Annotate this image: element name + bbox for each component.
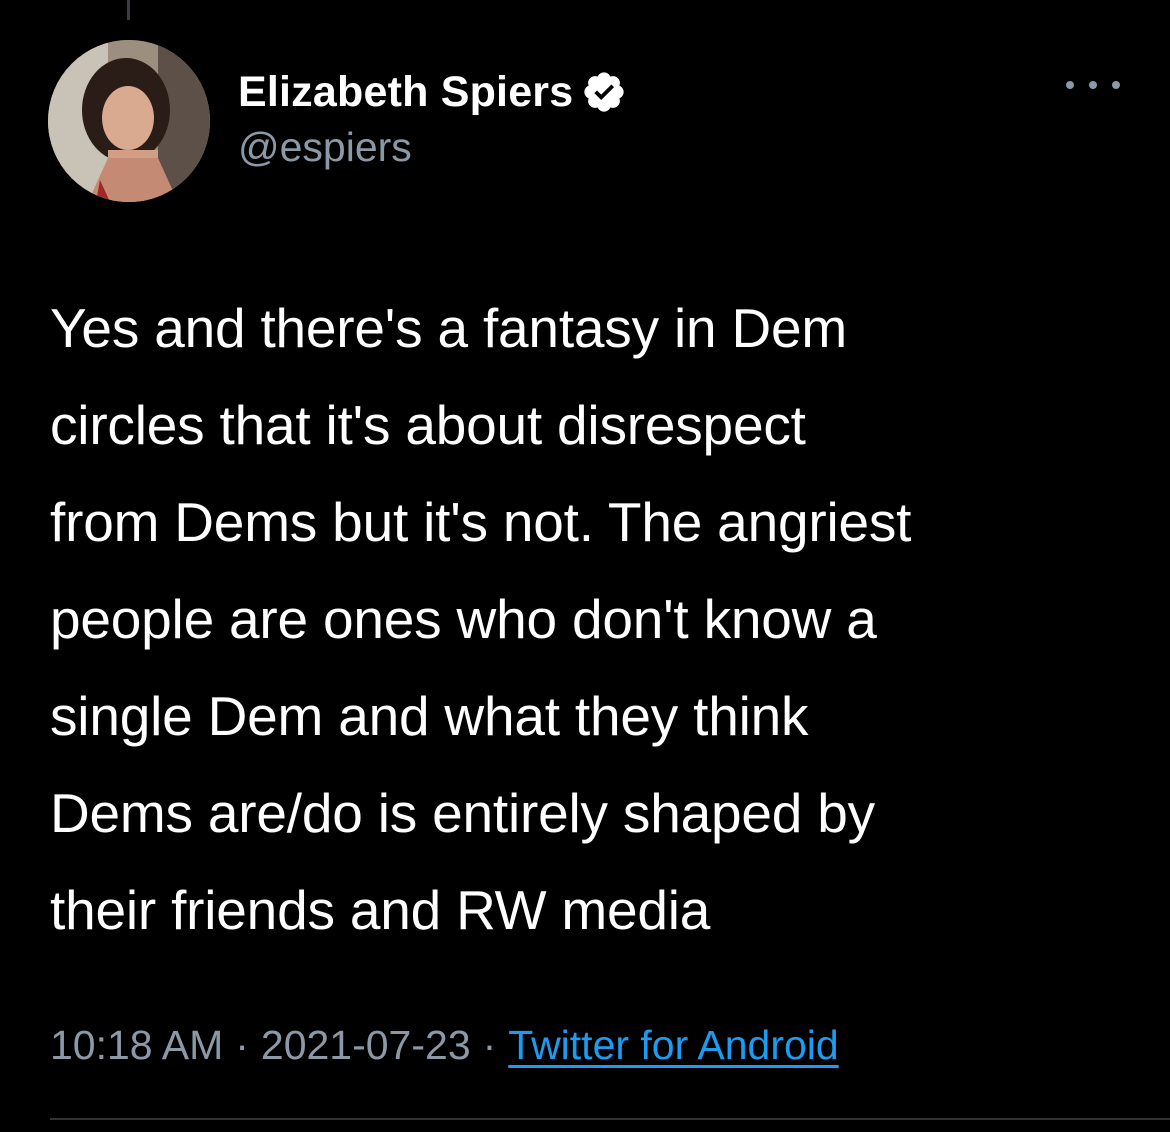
avatar[interactable] [48,40,210,202]
avatar-photo [48,40,210,202]
more-dot [1066,81,1074,89]
thread-connector-line [127,0,130,20]
metadata-separator: · [235,1022,249,1068]
tweet-time[interactable]: 10:18 AM [50,1022,223,1069]
tweet-source-link[interactable]: Twitter for Android [508,1022,838,1069]
verified-badge-icon [581,69,627,115]
tweet-metadata: 10:18 AM · 2021-07-23 · Twitter for Andr… [50,1022,839,1069]
more-options-icon[interactable] [1066,70,1120,100]
more-dot [1112,81,1120,89]
author-handle[interactable]: @espiers [238,124,412,171]
more-dot [1089,81,1097,89]
author-display-name[interactable]: Elizabeth Spiers [238,68,573,117]
metadata-separator: · [482,1022,497,1068]
tweet-body-text: Yes and there's a fantasy in Dem circles… [50,297,912,941]
author-name-row: Elizabeth Spiers [238,66,627,118]
divider [50,1118,1170,1120]
tweet-date[interactable]: 2021-07-23 [261,1022,471,1069]
